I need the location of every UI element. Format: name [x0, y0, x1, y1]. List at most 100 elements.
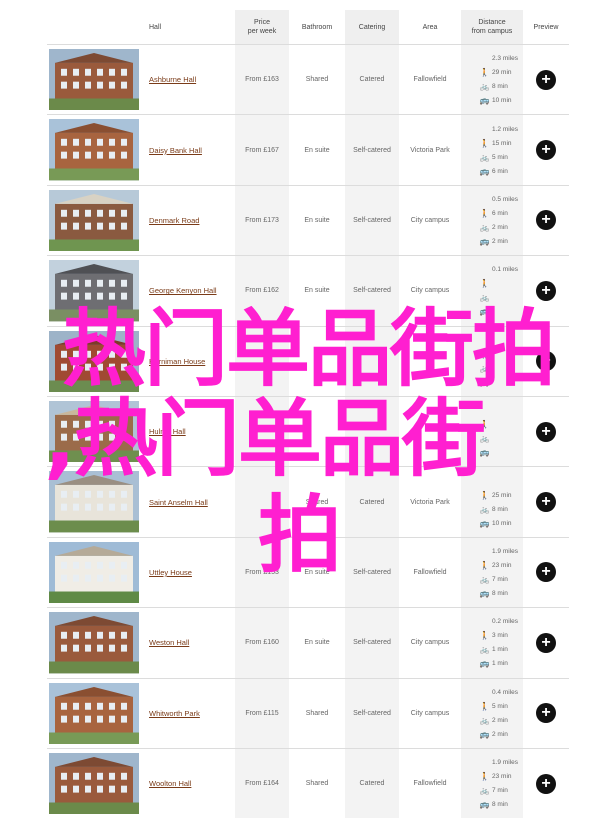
- distance-cell: 0.2 miles 🚶 3 min 🚲 1 min 🚌 1 min: [461, 608, 523, 678]
- hall-name-link[interactable]: George Kenyon Hall: [149, 286, 217, 295]
- preview-plus-button[interactable]: +: [536, 703, 556, 724]
- hall-photo: [49, 400, 139, 463]
- area-cell: City campus: [410, 216, 450, 224]
- hall-photo: [49, 189, 139, 252]
- hall-photo: [49, 612, 139, 674]
- walking-person-icon: 🚶: [479, 279, 490, 289]
- bus-icon: 🚌: [479, 800, 490, 810]
- catering-cell: Self-catered: [345, 256, 399, 326]
- hall-photo: [49, 49, 139, 111]
- preview-plus-button[interactable]: +: [536, 773, 556, 794]
- hall-name-link[interactable]: Daisy Bank Hall: [149, 146, 202, 155]
- bathroom-cell: [289, 327, 345, 396]
- preview-plus-button[interactable]: +: [536, 69, 556, 90]
- bike-time-line: 🚲 2 min: [479, 220, 508, 234]
- preview-plus-button[interactable]: +: [536, 492, 556, 513]
- plus-circle-icon: +: [541, 141, 551, 159]
- bus-time-line: 🚌 8 min: [479, 798, 508, 812]
- hall-name-link[interactable]: Uttley House: [149, 568, 192, 577]
- bus-icon: 🚌: [479, 448, 490, 458]
- table-body: Ashburne Hall From £163 Shared Catered Fallo…: [47, 44, 569, 819]
- bus-icon: 🚌: [479, 518, 490, 528]
- bus-icon: 🚌: [479, 307, 490, 317]
- hall-name-link[interactable]: Horniman House: [149, 357, 205, 366]
- bus-icon: 🚌: [479, 729, 490, 739]
- hall-name-link[interactable]: Whitworth Park: [149, 709, 200, 718]
- walk-time-line: 🚶: [479, 277, 492, 291]
- preview-plus-button[interactable]: +: [536, 351, 556, 372]
- walk-time-line: 🚶 29 min: [479, 66, 512, 80]
- table-row: Denmark Road From £173 En suite Self-catere…: [47, 184, 569, 256]
- hall-name-link[interactable]: Denmark Road: [149, 216, 199, 225]
- table-row: Ashburne Hall From £163 Shared Catered Fallo…: [47, 44, 569, 115]
- catering-cell: Self-catered: [345, 115, 399, 185]
- bus-icon: 🚌: [479, 588, 490, 598]
- hall-name-link[interactable]: Hulme Hall: [149, 427, 186, 436]
- distance-miles: 0.2 miles: [492, 618, 519, 626]
- hall-name-link[interactable]: Saint Anselm Hall: [149, 498, 208, 507]
- preview-plus-button[interactable]: +: [536, 562, 556, 583]
- table-row: Whitworth Park From £115 Shared Self-catere…: [47, 677, 569, 748]
- hall-name-cell: George Kenyon Hall: [149, 256, 239, 325]
- bike-time-line: 🚲: [479, 291, 492, 305]
- preview-plus-button[interactable]: +: [536, 632, 556, 653]
- plus-circle-icon: +: [541, 704, 551, 722]
- bike-time-line: 🚲 2 min: [479, 713, 508, 727]
- bike-time-line: 🚲 7 min: [479, 784, 508, 798]
- price-cell: From £162: [235, 256, 289, 326]
- catering-cell: Self-catered: [345, 678, 399, 748]
- bus-time: 1 min: [492, 660, 508, 668]
- area-cell: [399, 327, 461, 396]
- bike-time: 8 min: [492, 83, 508, 91]
- bike-time: 5 min: [492, 153, 508, 161]
- preview-plus-button[interactable]: +: [536, 280, 556, 301]
- preview-plus-button[interactable]: +: [536, 210, 556, 231]
- bus-time: 8 min: [492, 589, 508, 597]
- hall-name-cell: Ashburne Hall: [149, 45, 239, 114]
- preview-plus-button[interactable]: +: [536, 140, 556, 161]
- distance-cell: 🚶 🚲 🚌: [461, 396, 523, 467]
- hall-name-cell: Daisy Bank Hall: [149, 115, 239, 184]
- bus-icon: 🚌: [479, 236, 490, 246]
- walk-time: 15 min: [492, 139, 512, 147]
- plus-circle-icon: +: [541, 70, 551, 88]
- walking-person-icon: 🚶: [479, 560, 490, 570]
- plus-circle-icon: +: [541, 422, 551, 440]
- walk-time: 29 min: [492, 69, 512, 77]
- price-cell: From £164: [235, 748, 289, 819]
- bus-time-line: 🚌 8 min: [479, 586, 508, 600]
- bathroom-cell: En suite: [304, 287, 330, 295]
- bathroom-cell: Shared: [305, 76, 329, 84]
- price-cell: From £163: [235, 45, 289, 115]
- bus-icon: 🚌: [479, 96, 490, 106]
- bus-time-line: 🚌 1 min: [479, 657, 508, 671]
- hall-name-link[interactable]: Weston Hall: [149, 638, 189, 647]
- table-row: Hulme Hall 🚶 🚲 🚌 +: [47, 395, 569, 467]
- bathroom-cell: En suite: [304, 639, 330, 647]
- distance-miles: 0.1 miles: [492, 266, 519, 274]
- distance-miles: 1.2 miles: [492, 125, 519, 133]
- walking-person-icon: 🚶: [479, 138, 490, 148]
- bus-time-line: 🚌 10 min: [479, 516, 512, 530]
- hall-name-cell: Saint Anselm Hall: [149, 467, 239, 536]
- hall-photo: [49, 119, 139, 181]
- header-distance: Distance from campus: [461, 10, 523, 44]
- price-cell: From £153: [235, 537, 289, 608]
- walking-person-icon: 🚶: [479, 701, 490, 711]
- table-row: Daisy Bank Hall From £167 En suite Self-cat…: [47, 114, 569, 185]
- bicycle-icon: 🚲: [479, 82, 490, 92]
- header-area: Area: [422, 23, 438, 31]
- hall-name-link[interactable]: Woolton Hall: [149, 779, 191, 788]
- catering-cell: Self-catered: [345, 608, 399, 678]
- table-row: Woolton Hall From £164 Shared Catered Fallow…: [47, 747, 569, 819]
- preview-plus-button[interactable]: +: [536, 421, 556, 442]
- hall-name-cell: Uttley House: [149, 538, 239, 607]
- hall-name-link[interactable]: Ashburne Hall: [149, 75, 196, 84]
- walk-time-line: 🚶: [479, 418, 492, 432]
- area-cell: Victoria Park: [410, 146, 450, 154]
- table-row: Uttley House From £153 En suite Self-catere…: [47, 536, 569, 608]
- bus-icon: 🚌: [479, 377, 490, 387]
- bike-time-line: 🚲 7 min: [479, 572, 508, 586]
- distance-cell: 🚶 🚲 🚌: [461, 326, 523, 396]
- distance-cell: 1.9 miles 🚶 23 min 🚲 7 min 🚌 8 min: [461, 537, 523, 608]
